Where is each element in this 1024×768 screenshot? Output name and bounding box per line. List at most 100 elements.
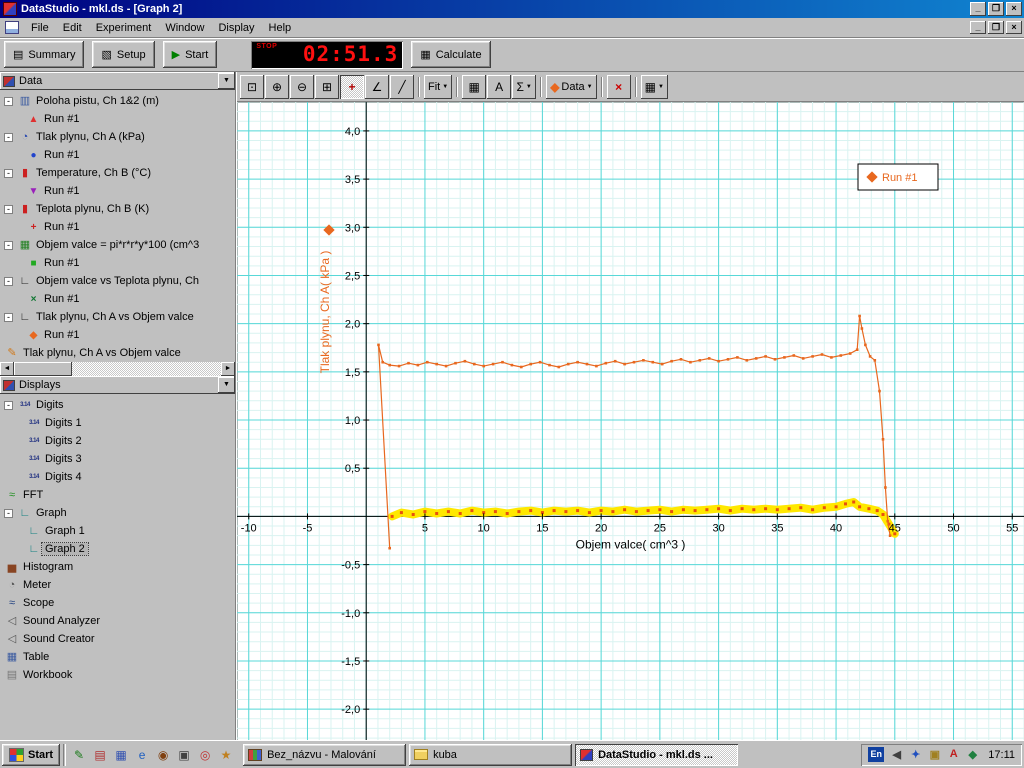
summary-button[interactable]: ▤ Summary: [4, 41, 84, 68]
tray-icon-5[interactable]: ◆: [965, 748, 980, 761]
close-button[interactable]: ×: [1006, 2, 1022, 16]
displays-tree-item[interactable]: ◁Sound Analyzer: [0, 612, 235, 630]
graph-plot-area[interactable]: -10-5510152025303540455055-2,0-1,5-1,0-0…: [237, 102, 1024, 740]
setup-button[interactable]: ▧ Setup: [92, 41, 154, 68]
delete-button[interactable]: ×: [607, 75, 631, 99]
expander-icon[interactable]: -: [4, 313, 13, 322]
minimize-button[interactable]: _: [970, 2, 986, 16]
scrollbar-track[interactable]: [14, 362, 221, 376]
expander-icon[interactable]: -: [4, 241, 13, 250]
displays-tree-item[interactable]: -3.14Digits: [0, 396, 235, 414]
menu-help[interactable]: Help: [262, 19, 299, 37]
scale-to-fit-button[interactable]: ⊡: [240, 75, 264, 99]
data-panel-dropdown-button[interactable]: ▼: [218, 73, 235, 89]
data-tree-item[interactable]: -∟Tlak plynu, Ch A vs Objem valce: [0, 308, 235, 326]
expander-icon[interactable]: -: [4, 133, 13, 142]
tray-icon-4[interactable]: A: [946, 748, 961, 761]
data-tree-item[interactable]: ◆Run #1: [0, 326, 235, 344]
displays-tree-item[interactable]: ≈FFT: [0, 486, 235, 504]
quick-launch-icon-8[interactable]: ★: [216, 745, 236, 765]
scroll-right-button[interactable]: ►: [221, 362, 235, 376]
data-tree-item[interactable]: +Run #1: [0, 218, 235, 236]
text-tool-button[interactable]: A: [487, 75, 511, 99]
data-tree-item[interactable]: -▦Objem valce = pi*r*r*y*100 (cm^3: [0, 236, 235, 254]
displays-panel-dropdown-button[interactable]: ▼: [218, 377, 235, 393]
quick-launch-icon-2[interactable]: ▤: [90, 745, 110, 765]
quick-launch-icon-7[interactable]: ◎: [195, 745, 215, 765]
expander-icon[interactable]: -: [4, 509, 13, 518]
slope-tool-button[interactable]: ∠: [365, 75, 389, 99]
task-button-1[interactable]: Bez_názvu - Malování: [243, 744, 406, 766]
graph-canvas[interactable]: -10-5510152025303540455055-2,0-1,5-1,0-0…: [237, 102, 1024, 740]
displays-tree-item[interactable]: ∟Graph 1: [0, 522, 235, 540]
data-tree-item[interactable]: -∟Objem valce vs Teplota plynu, Ch: [0, 272, 235, 290]
displays-tree-item[interactable]: ◁Sound Creator: [0, 630, 235, 648]
data-tree-item[interactable]: -◔Tlak plynu, Ch A (kPa): [0, 128, 235, 146]
menu-experiment[interactable]: Experiment: [89, 19, 159, 37]
restore-button[interactable]: ❐: [988, 2, 1004, 16]
data-tree-item[interactable]: -▮Temperature, Ch B (°C): [0, 164, 235, 182]
displays-tree-item[interactable]: 3.14Digits 2: [0, 432, 235, 450]
data-tree-item[interactable]: ■Run #1: [0, 254, 235, 272]
graph-settings-button[interactable]: ▦▼: [641, 75, 668, 99]
displays-tree-item[interactable]: ▦Table: [0, 648, 235, 666]
expander-icon[interactable]: -: [4, 97, 13, 106]
quick-launch-icon-6[interactable]: ▣: [174, 745, 194, 765]
menu-edit[interactable]: Edit: [56, 19, 89, 37]
zoom-select-button[interactable]: ⊞: [315, 75, 339, 99]
tray-icon-2[interactable]: ✦: [908, 748, 923, 761]
quick-launch-icon-4[interactable]: e: [132, 745, 152, 765]
data-tree-label: Run #1: [41, 293, 82, 305]
displays-tree-item[interactable]: 3.14Digits 1: [0, 414, 235, 432]
displays-tree-item[interactable]: ▤Workbook: [0, 666, 235, 684]
task-button-2[interactable]: kuba: [409, 744, 572, 766]
displays-tree-item[interactable]: ∟Graph 2: [0, 540, 235, 558]
expander-icon[interactable]: -: [4, 169, 13, 178]
child-minimize-button[interactable]: _: [970, 21, 986, 34]
child-close-button[interactable]: ×: [1006, 21, 1022, 34]
quick-launch-icon-1[interactable]: ✎: [69, 745, 89, 765]
data-tree-item[interactable]: ▼Run #1: [0, 182, 235, 200]
scrollbar-thumb[interactable]: [14, 362, 72, 376]
expander-icon[interactable]: -: [4, 277, 13, 286]
menu-file[interactable]: File: [24, 19, 56, 37]
displays-tree-item[interactable]: -∟Graph: [0, 504, 235, 522]
quick-launch-icon-5[interactable]: ◉: [153, 745, 173, 765]
data-tree-hscrollbar[interactable]: ◄ ►: [0, 362, 235, 376]
menu-window[interactable]: Window: [158, 19, 211, 37]
annotate-tool-button[interactable]: ╱: [390, 75, 414, 99]
tray-icon-3[interactable]: ▣: [927, 748, 942, 761]
data-tree-item[interactable]: ●Run #1: [0, 146, 235, 164]
displays-tree-item[interactable]: ◔Meter: [0, 576, 235, 594]
data-tree-item[interactable]: -▥Poloha pistu, Ch 1&2 (m): [0, 92, 235, 110]
start-button[interactable]: Start: [2, 744, 60, 766]
fit-menu-button[interactable]: Fit▼: [424, 75, 452, 99]
displays-tree-item[interactable]: 3.14Digits 4: [0, 468, 235, 486]
statistics-button[interactable]: Σ▼: [512, 75, 536, 99]
calculate-button[interactable]: ▦ Calculate: [411, 41, 490, 68]
start-button-toolbar[interactable]: ▶ Start: [163, 41, 218, 68]
scroll-left-button[interactable]: ◄: [0, 362, 14, 376]
smart-tool-button[interactable]: +: [340, 75, 364, 99]
data-tree-item[interactable]: -▮Teplota plynu, Ch B (K): [0, 200, 235, 218]
legend[interactable]: Run #1: [858, 164, 938, 190]
menu-display[interactable]: Display: [211, 19, 261, 37]
child-restore-button[interactable]: ❐: [988, 21, 1004, 34]
expander-icon[interactable]: -: [4, 401, 13, 410]
data-tree-item[interactable]: ✎Tlak plynu, Ch A vs Objem valce: [0, 344, 235, 362]
quick-launch-icon-3[interactable]: ▦: [111, 745, 131, 765]
data-tree-item[interactable]: ▲Run #1: [0, 110, 235, 128]
tray-icon-1[interactable]: ◀: [889, 748, 904, 761]
displays-tree-item[interactable]: 3.14Digits 3: [0, 450, 235, 468]
calculate-tool-button[interactable]: ▦: [462, 75, 486, 99]
zoom-out-button[interactable]: ⊖: [290, 75, 314, 99]
language-indicator[interactable]: En: [868, 747, 884, 762]
expander-icon[interactable]: -: [4, 205, 13, 214]
displays-tree-item[interactable]: ≈Scope: [0, 594, 235, 612]
displays-tree-item[interactable]: ▅Histogram: [0, 558, 235, 576]
task-button-3[interactable]: DataStudio - mkl.ds ...: [575, 744, 738, 766]
zoom-in-button[interactable]: ⊕: [265, 75, 289, 99]
data-tree-item[interactable]: ×Run #1: [0, 290, 235, 308]
data-menu-button[interactable]: ◆Data▼: [546, 75, 596, 99]
child-window-icon[interactable]: [5, 21, 19, 34]
